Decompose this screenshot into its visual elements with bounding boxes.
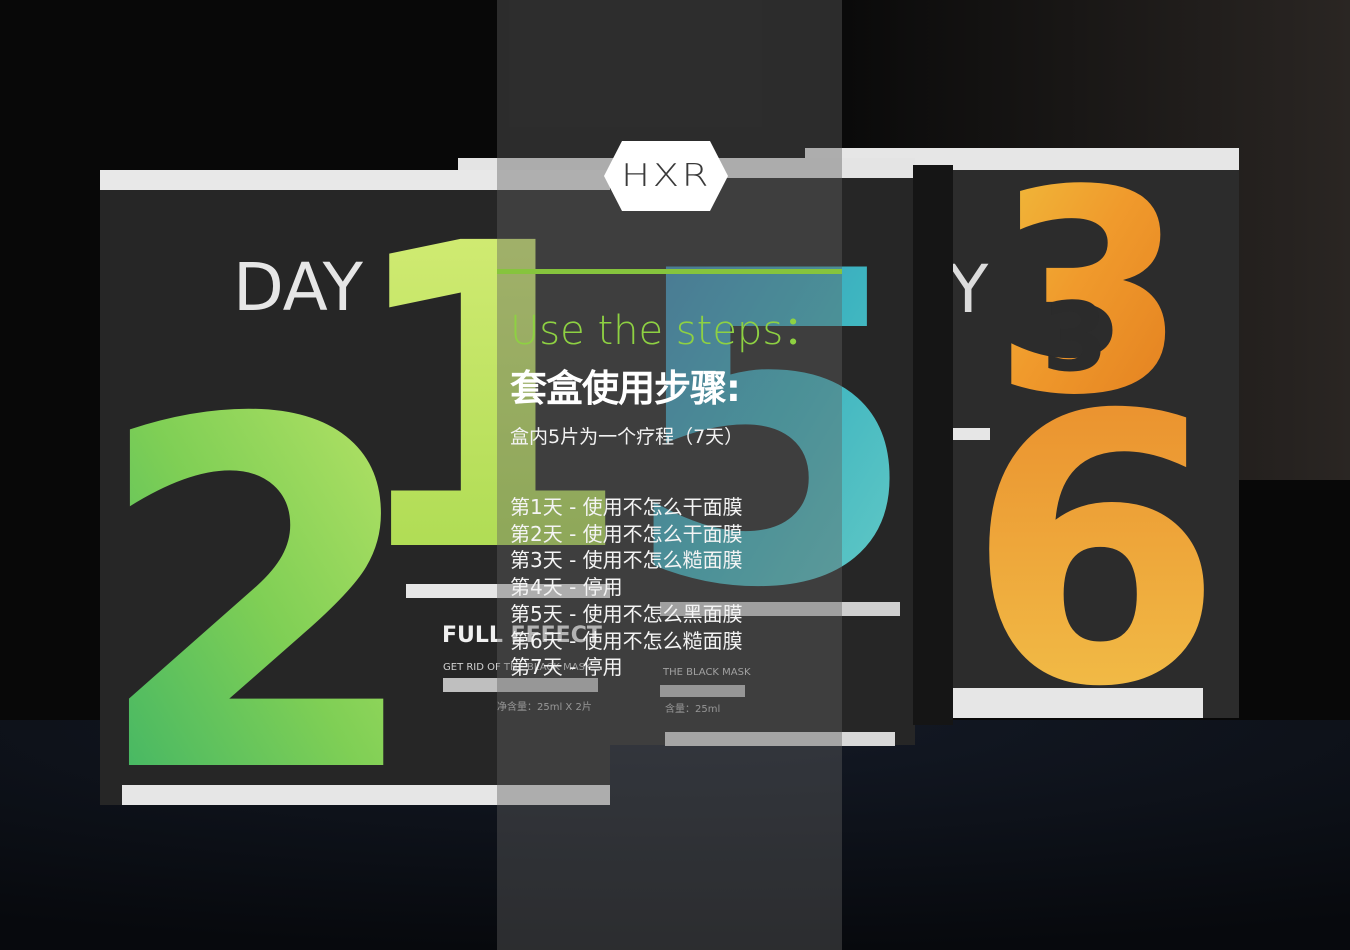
steps-heading-en: Use the steps： [510, 308, 824, 354]
svg-text:Y: Y [947, 251, 989, 328]
step-item-day-1: 第1天 - 使用不怎么干面膜 [510, 495, 743, 519]
brand-logo-text: HXR [620, 158, 712, 194]
course-description: 盒内5片为一个疗程（7天） [510, 426, 744, 448]
step-item-day-3: 第3天 - 使用不怎么糙面膜 [510, 548, 743, 573]
svg-text:2: 2 [91, 320, 425, 879]
svg-text:DAY: DAY [233, 249, 364, 326]
product-photo-scene: 3 3 6 Y 5 THE BLACK MASK 含量：25ml 1 2 DAY [0, 0, 1350, 950]
step-item-day-6: 第6天 - 使用不怎么糙面膜 [510, 628, 743, 653]
steps-list: 第1天 - 使用不怎么干面膜 第2天 - 使用不怎么干面膜 第3天 - 使用不怎… [510, 494, 743, 681]
accent-divider [497, 269, 842, 274]
step-item-day-4: 第4天 - 停用 [510, 575, 623, 600]
step-item-day-5: 第5天 - 使用不怎么黑面膜 [510, 601, 743, 626]
svg-text:6: 6 [966, 338, 1223, 768]
step-item-day-7: 第7天 - 停用 [510, 655, 623, 680]
steps-heading-cn: 套盒使用步骤: [510, 367, 741, 410]
step-item-day-2: 第2天 - 使用不怎么干面膜 [510, 521, 743, 546]
